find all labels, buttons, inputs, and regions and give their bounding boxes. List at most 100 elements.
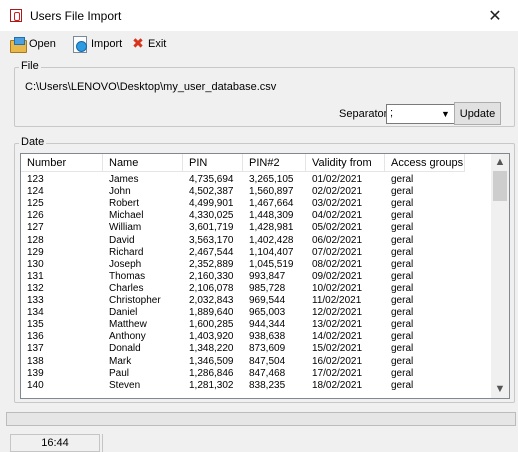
table-row[interactable]: 128 David 3,563,170 1,402,428 06/02/2021 gera… <box>21 235 491 246</box>
vertical-scrollbar[interactable]: ▲ ▼ <box>491 154 509 398</box>
table-cell: 139 <box>27 367 44 379</box>
table-cell: 02/02/2021 <box>312 186 363 198</box>
users-table[interactable]: Number Name PIN PIN#2 Validity from Access gr… <box>20 153 510 399</box>
table-cell: 938,638 <box>249 331 286 343</box>
table-cell: Anthony <box>109 331 146 343</box>
table-row[interactable]: 126 Michael 4,330,025 1,448,309 04/02/2021 ge… <box>21 210 491 221</box>
table-row[interactable]: 140 Steven 1,281,302 838,235 18/02/2021 geral <box>21 380 491 391</box>
file-group-title: File <box>19 60 41 72</box>
table-cell: 965,003 <box>249 307 286 319</box>
table-cell: 3,601,719 <box>189 222 234 234</box>
table-row[interactable]: 127 William 3,601,719 1,428,981 05/02/2021 ge… <box>21 222 491 233</box>
table-cell: geral <box>391 331 414 343</box>
exit-button[interactable]: ✖ Exit <box>131 35 166 53</box>
table-cell: 1,467,664 <box>249 198 294 210</box>
separator-select[interactable]: ; ▼ <box>386 104 455 124</box>
table-cell: 11/02/2021 <box>312 295 362 306</box>
table-cell: 135 <box>27 319 44 331</box>
table-row[interactable]: 135 Matthew 1,600,285 944,344 13/02/2021 gera… <box>21 319 491 330</box>
table-row[interactable]: 138 Mark 1,346,509 847,504 16/02/2021 geral <box>21 356 491 367</box>
date-group-title: Date <box>19 136 47 148</box>
table-cell: 133 <box>27 295 44 306</box>
table-cell: 1,348,220 <box>189 343 234 355</box>
column-header[interactable]: Validity from <box>306 154 385 172</box>
table-row[interactable]: 137 Donald 1,348,220 873,609 15/02/2021 geral <box>21 343 491 354</box>
table-cell: 15/02/2021 <box>312 343 363 355</box>
table-cell: William <box>109 222 142 234</box>
table-cell: 128 <box>27 234 44 246</box>
update-button[interactable]: Update <box>454 102 501 125</box>
table-row[interactable]: 125 Robert 4,499,901 1,467,664 03/02/2021 ger… <box>21 198 491 209</box>
table-cell: 4,735,694 <box>189 174 234 185</box>
table-row[interactable]: 129 Richard 2,467,544 1,104,407 07/02/2021 ge… <box>21 247 491 258</box>
table-row[interactable]: 124 John 4,502,387 1,560,897 02/02/2021 geral <box>21 186 491 197</box>
table-cell: geral <box>391 174 414 185</box>
folder-open-icon <box>10 37 27 53</box>
table-cell: 4,330,025 <box>189 210 234 222</box>
import-icon <box>72 36 88 53</box>
column-header[interactable]: Access groups <box>385 154 465 172</box>
table-cell: 13/02/2021 <box>312 319 363 331</box>
table-cell: 137 <box>27 343 44 355</box>
table-row[interactable]: 131 Thomas 2,160,330 993,847 09/02/2021 geral <box>21 271 491 282</box>
table-row[interactable]: 139 Paul 1,286,846 847,468 17/02/2021 geral <box>21 368 491 379</box>
table-cell: Joseph <box>109 258 142 270</box>
table-cell: geral <box>391 343 414 355</box>
close-button[interactable]: ✕ <box>472 0 518 31</box>
table-row[interactable]: 132 Charles 2,106,078 985,728 10/02/2021 gera… <box>21 283 491 294</box>
table-cell: geral <box>391 282 414 294</box>
table-cell: Michael <box>109 210 144 222</box>
table-cell: 838,235 <box>249 379 286 391</box>
table-cell: 125 <box>27 198 44 210</box>
column-header[interactable]: Number <box>21 154 103 172</box>
table-cell: 1,560,897 <box>249 186 294 198</box>
table-cell: geral <box>391 319 414 331</box>
table-cell: Richard <box>109 246 144 258</box>
column-header[interactable]: Name <box>103 154 183 172</box>
table-cell: 10/02/2021 <box>312 282 363 294</box>
table-row[interactable]: 123 James 4,735,694 3,265,105 01/02/2021 gera… <box>21 174 491 185</box>
open-label: Open <box>29 38 56 50</box>
table-cell: 127 <box>27 222 44 234</box>
table-cell: 2,106,078 <box>189 282 234 294</box>
table-row[interactable]: 133 Christopher 2,032,843 969,544 11/02/2021… <box>21 295 491 306</box>
table-cell: 124 <box>27 186 44 198</box>
import-button[interactable]: Import <box>72 35 122 53</box>
table-cell: 131 <box>27 270 44 282</box>
table-cell: 17/02/2021 <box>312 367 363 379</box>
table-cell: 3,563,170 <box>189 234 234 246</box>
table-cell: Mark <box>109 355 132 367</box>
table-cell: David <box>109 234 135 246</box>
table-cell: 1,889,640 <box>189 307 234 319</box>
table-cell: Donald <box>109 343 141 355</box>
column-header[interactable]: PIN <box>183 154 243 172</box>
table-cell: James <box>109 174 139 185</box>
table-cell: geral <box>391 307 414 319</box>
table-cell: geral <box>391 295 414 306</box>
open-button[interactable]: Open <box>10 35 56 53</box>
table-cell: Thomas <box>109 270 146 282</box>
table-row[interactable]: 134 Daniel 1,889,640 965,003 12/02/2021 geral <box>21 307 491 318</box>
table-cell: geral <box>391 210 414 222</box>
table-header: Number Name PIN PIN#2 Validity from Access gr… <box>21 154 491 172</box>
scroll-thumb[interactable] <box>493 171 507 201</box>
window-title: Users File Import <box>30 9 122 23</box>
scroll-up-icon[interactable]: ▲ <box>491 154 509 171</box>
chevron-down-icon[interactable]: ▼ <box>437 105 454 123</box>
table-cell: 969,544 <box>249 295 286 306</box>
table-cell: 14/02/2021 <box>312 331 363 343</box>
table-cell: 944,344 <box>249 319 286 331</box>
column-header[interactable]: PIN#2 <box>243 154 306 172</box>
table-row[interactable]: 136 Anthony 1,403,920 938,638 14/02/2021 gera… <box>21 331 491 342</box>
table-cell: 985,728 <box>249 282 286 294</box>
table-cell: 2,352,889 <box>189 258 234 270</box>
scroll-down-icon[interactable]: ▼ <box>491 381 509 398</box>
table-cell: Christopher <box>109 295 161 306</box>
table-cell: John <box>109 186 131 198</box>
table-cell: 134 <box>27 307 44 319</box>
table-row[interactable]: 130 Joseph 2,352,889 1,045,519 08/02/2021 ger… <box>21 259 491 270</box>
table-cell: geral <box>391 246 414 258</box>
table-cell: geral <box>391 379 414 391</box>
table-cell: Steven <box>109 379 141 391</box>
table-cell: 1,045,519 <box>249 258 294 270</box>
